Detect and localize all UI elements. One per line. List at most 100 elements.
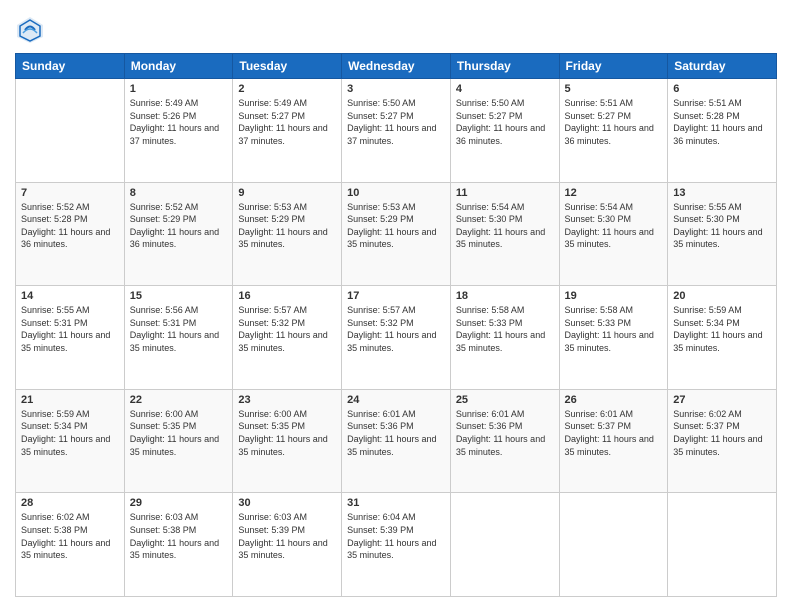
day-number: 28 (21, 497, 119, 509)
weekday-header-wednesday: Wednesday (342, 54, 451, 79)
weekday-header-thursday: Thursday (450, 54, 559, 79)
calendar-cell: 29 Sunrise: 6:03 AMSunset: 5:38 PMDayligh… (124, 493, 233, 597)
day-number: 10 (347, 187, 445, 199)
calendar-cell (450, 493, 559, 597)
weekday-header-saturday: Saturday (668, 54, 777, 79)
week-row-4: 21 Sunrise: 5:59 AMSunset: 5:34 PMDayligh… (16, 389, 777, 493)
day-number: 31 (347, 497, 445, 509)
day-number: 2 (238, 83, 336, 95)
week-row-3: 14 Sunrise: 5:55 AMSunset: 5:31 PMDayligh… (16, 286, 777, 390)
calendar-cell: 16 Sunrise: 5:57 AMSunset: 5:32 PMDayligh… (233, 286, 342, 390)
day-number: 30 (238, 497, 336, 509)
week-row-5: 28 Sunrise: 6:02 AMSunset: 5:38 PMDayligh… (16, 493, 777, 597)
day-info: Sunrise: 5:58 AMSunset: 5:33 PMDaylight:… (456, 304, 554, 354)
day-info: Sunrise: 5:54 AMSunset: 5:30 PMDaylight:… (565, 201, 663, 251)
day-info: Sunrise: 5:51 AMSunset: 5:28 PMDaylight:… (673, 97, 771, 147)
day-number: 13 (673, 187, 771, 199)
day-info: Sunrise: 5:54 AMSunset: 5:30 PMDaylight:… (456, 201, 554, 251)
day-info: Sunrise: 5:53 AMSunset: 5:29 PMDaylight:… (238, 201, 336, 251)
day-number: 12 (565, 187, 663, 199)
day-number: 3 (347, 83, 445, 95)
calendar-cell: 21 Sunrise: 5:59 AMSunset: 5:34 PMDayligh… (16, 389, 125, 493)
day-number: 29 (130, 497, 228, 509)
day-info: Sunrise: 5:55 AMSunset: 5:31 PMDaylight:… (21, 304, 119, 354)
header (15, 15, 777, 45)
week-row-1: 1 Sunrise: 5:49 AMSunset: 5:26 PMDaylight… (16, 79, 777, 183)
day-info: Sunrise: 5:51 AMSunset: 5:27 PMDaylight:… (565, 97, 663, 147)
calendar-cell: 7 Sunrise: 5:52 AMSunset: 5:28 PMDaylight… (16, 182, 125, 286)
day-info: Sunrise: 5:57 AMSunset: 5:32 PMDaylight:… (238, 304, 336, 354)
calendar-cell: 5Sunrise: 5:51 AMSunset: 5:27 PMDaylight… (559, 79, 668, 183)
weekday-header-row: SundayMondayTuesdayWednesdayThursdayFrid… (16, 54, 777, 79)
calendar-table: SundayMondayTuesdayWednesdayThursdayFrid… (15, 53, 777, 597)
day-info: Sunrise: 5:49 AMSunset: 5:26 PMDaylight:… (130, 97, 228, 147)
calendar-cell: 1 Sunrise: 5:49 AMSunset: 5:26 PMDaylight… (124, 79, 233, 183)
day-info: Sunrise: 6:03 AMSunset: 5:39 PMDaylight:… (238, 511, 336, 561)
calendar-cell: 12 Sunrise: 5:54 AMSunset: 5:30 PMDayligh… (559, 182, 668, 286)
day-info: Sunrise: 5:58 AMSunset: 5:33 PMDaylight:… (565, 304, 663, 354)
calendar-cell: 9 Sunrise: 5:53 AMSunset: 5:29 PMDaylight… (233, 182, 342, 286)
calendar-cell: 31Sunrise: 6:04 AMSunset: 5:39 PMDayligh… (342, 493, 451, 597)
weekday-header-friday: Friday (559, 54, 668, 79)
day-number: 26 (565, 394, 663, 406)
calendar-cell: 13 Sunrise: 5:55 AMSunset: 5:30 PMDayligh… (668, 182, 777, 286)
day-number: 16 (238, 290, 336, 302)
day-number: 4 (456, 83, 554, 95)
day-number: 21 (21, 394, 119, 406)
day-number: 20 (673, 290, 771, 302)
day-number: 15 (130, 290, 228, 302)
calendar-cell (559, 493, 668, 597)
day-info: Sunrise: 6:01 AMSunset: 5:36 PMDaylight:… (456, 408, 554, 458)
day-info: Sunrise: 5:59 AMSunset: 5:34 PMDaylight:… (21, 408, 119, 458)
calendar-cell: 11 Sunrise: 5:54 AMSunset: 5:30 PMDayligh… (450, 182, 559, 286)
day-number: 19 (565, 290, 663, 302)
day-info: Sunrise: 6:01 AMSunset: 5:37 PMDaylight:… (565, 408, 663, 458)
day-number: 25 (456, 394, 554, 406)
weekday-header-tuesday: Tuesday (233, 54, 342, 79)
day-number: 14 (21, 290, 119, 302)
week-row-2: 7 Sunrise: 5:52 AMSunset: 5:28 PMDaylight… (16, 182, 777, 286)
day-number: 22 (130, 394, 228, 406)
day-info: Sunrise: 5:50 AMSunset: 5:27 PMDaylight:… (347, 97, 445, 147)
page: SundayMondayTuesdayWednesdayThursdayFrid… (0, 0, 792, 612)
day-number: 8 (130, 187, 228, 199)
day-number: 9 (238, 187, 336, 199)
calendar-cell: 8 Sunrise: 5:52 AMSunset: 5:29 PMDaylight… (124, 182, 233, 286)
day-info: Sunrise: 5:52 AMSunset: 5:29 PMDaylight:… (130, 201, 228, 251)
day-number: 11 (456, 187, 554, 199)
calendar-cell (668, 493, 777, 597)
day-info: Sunrise: 5:56 AMSunset: 5:31 PMDaylight:… (130, 304, 228, 354)
calendar-cell (16, 79, 125, 183)
day-number: 7 (21, 187, 119, 199)
calendar-cell: 15 Sunrise: 5:56 AMSunset: 5:31 PMDayligh… (124, 286, 233, 390)
day-info: Sunrise: 5:59 AMSunset: 5:34 PMDaylight:… (673, 304, 771, 354)
day-info: Sunrise: 5:55 AMSunset: 5:30 PMDaylight:… (673, 201, 771, 251)
calendar-cell: 14 Sunrise: 5:55 AMSunset: 5:31 PMDayligh… (16, 286, 125, 390)
day-info: Sunrise: 6:01 AMSunset: 5:36 PMDaylight:… (347, 408, 445, 458)
day-number: 17 (347, 290, 445, 302)
day-number: 23 (238, 394, 336, 406)
day-info: Sunrise: 6:03 AMSunset: 5:38 PMDaylight:… (130, 511, 228, 561)
weekday-header-sunday: Sunday (16, 54, 125, 79)
calendar-cell: 25 Sunrise: 6:01 AMSunset: 5:36 PMDayligh… (450, 389, 559, 493)
calendar-cell: 19 Sunrise: 5:58 AMSunset: 5:33 PMDayligh… (559, 286, 668, 390)
logo-icon (15, 15, 45, 45)
day-info: Sunrise: 6:02 AMSunset: 5:37 PMDaylight:… (673, 408, 771, 458)
calendar-cell: 24 Sunrise: 6:01 AMSunset: 5:36 PMDayligh… (342, 389, 451, 493)
weekday-header-monday: Monday (124, 54, 233, 79)
day-info: Sunrise: 6:02 AMSunset: 5:38 PMDaylight:… (21, 511, 119, 561)
day-info: Sunrise: 5:52 AMSunset: 5:28 PMDaylight:… (21, 201, 119, 251)
day-number: 1 (130, 83, 228, 95)
day-number: 24 (347, 394, 445, 406)
calendar-cell: 30 Sunrise: 6:03 AMSunset: 5:39 PMDayligh… (233, 493, 342, 597)
calendar-cell: 20 Sunrise: 5:59 AMSunset: 5:34 PMDayligh… (668, 286, 777, 390)
calendar-cell: 17Sunrise: 5:57 AMSunset: 5:32 PMDayligh… (342, 286, 451, 390)
day-info: Sunrise: 5:49 AMSunset: 5:27 PMDaylight:… (238, 97, 336, 147)
calendar-cell: 10Sunrise: 5:53 AMSunset: 5:29 PMDayligh… (342, 182, 451, 286)
calendar-cell: 6 Sunrise: 5:51 AMSunset: 5:28 PMDaylight… (668, 79, 777, 183)
calendar-cell: 27Sunrise: 6:02 AMSunset: 5:37 PMDayligh… (668, 389, 777, 493)
calendar-cell: 28 Sunrise: 6:02 AMSunset: 5:38 PMDayligh… (16, 493, 125, 597)
day-number: 6 (673, 83, 771, 95)
calendar-cell: 23Sunrise: 6:00 AMSunset: 5:35 PMDayligh… (233, 389, 342, 493)
calendar-cell: 2 Sunrise: 5:49 AMSunset: 5:27 PMDaylight… (233, 79, 342, 183)
